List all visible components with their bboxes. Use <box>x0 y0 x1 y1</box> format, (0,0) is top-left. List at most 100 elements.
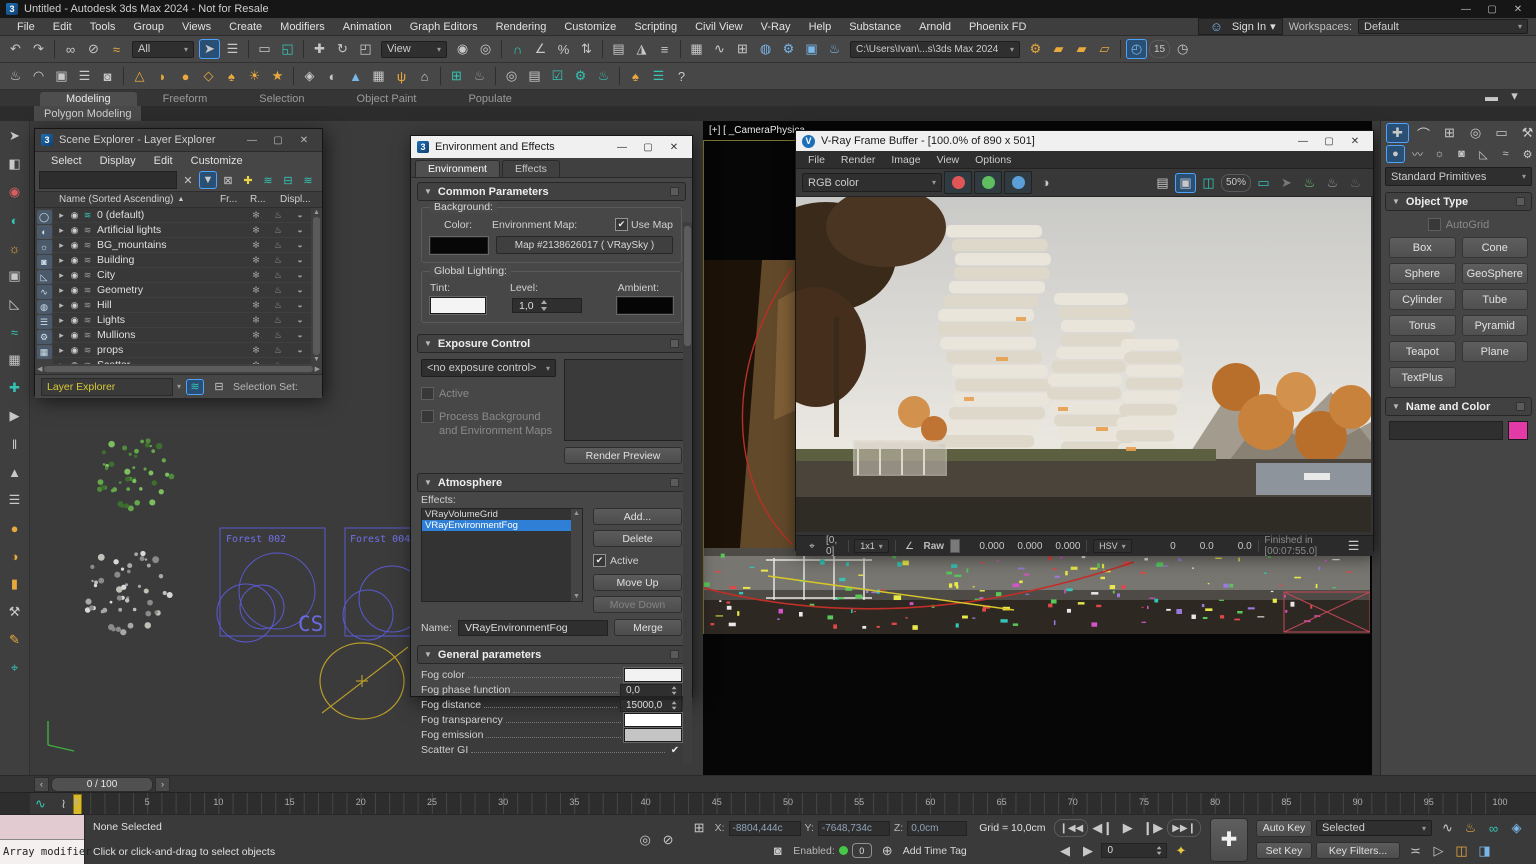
teapot-clock-icon[interactable]: ♨ <box>593 66 614 86</box>
environment-titlebar[interactable]: 3 Environment and Effects —▢✕ <box>411 136 692 158</box>
exposure-control-dropdown[interactable]: <no exposure control> ▾ <box>421 359 556 377</box>
menu-item[interactable]: Group <box>124 21 173 33</box>
pose-icon[interactable]: ≍ <box>1405 841 1426 861</box>
environment-tab[interactable]: Environment <box>415 160 500 177</box>
flare-icon[interactable]: ★ <box>267 66 288 86</box>
layout-list-icon[interactable]: ☰ <box>74 66 95 86</box>
display-icon[interactable]: ◒ <box>289 315 311 325</box>
menu-item[interactable]: Tools <box>81 21 125 33</box>
hierarchy-mode-icon[interactable]: ⊟ <box>210 379 228 395</box>
visibility-eye-icon[interactable]: ◉ <box>68 345 81 356</box>
autogrid-checkbox[interactable] <box>1428 218 1441 231</box>
geometry-category-icon[interactable]: ● <box>1386 145 1405 163</box>
help-icon[interactable]: ? <box>671 66 692 86</box>
expand-arrow-icon[interactable]: ▸ <box>55 240 68 251</box>
listener-macro-row[interactable] <box>0 815 84 840</box>
grass-icon[interactable]: ψ <box>391 66 412 86</box>
hierarchy-icon[interactable]: ⊟ <box>279 171 297 189</box>
move-up-button[interactable]: Move Up <box>593 574 682 591</box>
filter-materials-icon[interactable]: ◍ <box>37 300 52 314</box>
layer-icon[interactable]: ≋ <box>81 285 94 296</box>
scrollbar-thumb[interactable] <box>313 217 320 355</box>
curve-editor-icon[interactable]: ∿ <box>709 39 730 59</box>
unlink-selection-icon[interactable]: ⊘ <box>83 39 104 59</box>
freeze-icon[interactable]: ✻ <box>245 345 267 356</box>
visibility-eye-icon[interactable]: ◉ <box>68 330 81 341</box>
workspaces-dropdown[interactable]: Default ▾ <box>1358 19 1528 34</box>
menu-item[interactable]: Create <box>220 21 271 33</box>
menu-item[interactable]: Graph Editors <box>401 21 487 33</box>
angle-snap-icon[interactable]: ∠ <box>530 39 551 59</box>
vfb-menu-item[interactable]: Image <box>883 154 928 166</box>
select-and-rotate-icon[interactable]: ↻ <box>332 39 353 59</box>
delete-effect-button[interactable]: Delete <box>593 530 682 547</box>
primitive-button[interactable]: Teapot <box>1389 341 1456 362</box>
display-icon[interactable]: ◒ <box>289 225 311 235</box>
systems-category-icon[interactable]: ⚙ <box>1518 145 1536 163</box>
select-cursor-icon[interactable]: ➤ <box>4 125 26 147</box>
menu-item[interactable]: Modifiers <box>271 21 334 33</box>
minimize-button[interactable]: — <box>1455 2 1477 16</box>
scene-explorer-menu-item[interactable]: Display <box>92 155 144 167</box>
mini-curve-icon[interactable]: ∿ <box>1437 818 1458 838</box>
menu-item[interactable]: Views <box>173 21 220 33</box>
expand-arrow-icon[interactable]: ▸ <box>55 360 68 365</box>
filter-icon[interactable]: ▼ <box>199 171 217 189</box>
select-object-icon[interactable]: ➤ <box>199 39 220 59</box>
expand-arrow-icon[interactable]: ▸ <box>55 255 68 266</box>
atmosphere-rollout[interactable]: ▼Atmosphere Effects: VRayVolumeGridVRayE… <box>417 473 686 640</box>
workspace-icon[interactable]: ◨ <box>1474 841 1495 861</box>
display-icon[interactable]: ◒ <box>289 345 311 355</box>
plus-button[interactable]: ✚ <box>1210 818 1248 862</box>
freeze-icon[interactable]: ✻ <box>245 315 267 326</box>
primitive-button[interactable]: Pyramid <box>1462 315 1529 336</box>
scene-explorer-menu-item[interactable]: Edit <box>146 155 181 167</box>
timeline-ruler[interactable]: ∿≀ 0510152025303540455055606570758085909… <box>0 792 1536 815</box>
freeze-icon[interactable]: ✻ <box>245 210 267 221</box>
renderable-icon[interactable]: ♨ <box>267 270 289 281</box>
menu-item[interactable]: Arnold <box>910 21 960 33</box>
renderable-icon[interactable]: ♨ <box>267 210 289 221</box>
project-path-dropdown[interactable]: C:\Users\Ivan\...s\3ds Max 2024 ▾ <box>850 41 1020 58</box>
menu-item[interactable]: V-Ray <box>752 21 800 33</box>
display-tab-icon[interactable]: ▭ <box>1490 123 1513 143</box>
maximize-viewport-icon[interactable]: ▣ <box>51 66 72 86</box>
key-filters-button[interactable]: Key Filters... <box>1316 842 1400 859</box>
rgb-value[interactable]: 0.000 <box>966 541 1004 552</box>
frame-display[interactable]: 0 / 100 <box>51 777 153 792</box>
display-icon[interactable]: ◒ <box>289 300 311 310</box>
next-frame-icon[interactable]: ❙▶ <box>1142 818 1163 838</box>
primitive-button[interactable]: Sphere <box>1389 263 1456 284</box>
expand-arrow-icon[interactable]: ▸ <box>55 345 68 356</box>
key-icon[interactable]: ✦ <box>1170 841 1191 861</box>
bind-to-space-warp-icon[interactable]: ≈ <box>106 39 127 59</box>
scene-explorer-window[interactable]: 3 Scene Explorer - Layer Explorer —▢✕ Se… <box>34 128 323 396</box>
menu-item[interactable]: Animation <box>334 21 401 33</box>
mono-channel-icon[interactable]: ◑ <box>1035 173 1056 193</box>
polygon-modeling-panel[interactable]: Polygon Modeling <box>34 106 141 121</box>
freeze-icon[interactable]: ✻ <box>245 240 267 251</box>
layer-row[interactable]: ▸◉≋BG_mountains✻♨◒ <box>53 238 311 253</box>
use-center-icon[interactable]: ◎ <box>475 39 496 59</box>
expand-arrow-icon[interactable]: ▸ <box>55 225 68 236</box>
add-layer-icon[interactable]: ✚ <box>239 171 257 189</box>
filter-shapes-icon[interactable]: ∿ <box>37 285 52 299</box>
use-map-checkbox[interactable]: ✔ <box>615 218 628 231</box>
shapes-category-icon[interactable]: 〰 <box>1408 145 1427 163</box>
viewport-label[interactable]: [+] [ _CameraPhysica <box>709 125 805 136</box>
red-channel-button[interactable] <box>944 171 972 194</box>
vray-disk-icon[interactable]: ▤ <box>524 66 545 86</box>
teapot-mini-icon[interactable]: ♨ <box>1460 818 1481 838</box>
scene-explorer-titlebar[interactable]: 3 Scene Explorer - Layer Explorer —▢✕ <box>35 129 322 152</box>
primitive-button[interactable]: Box <box>1389 237 1456 258</box>
clear-search-icon[interactable]: ✕ <box>179 171 197 189</box>
test-resolution-icon[interactable]: 50% <box>1221 174 1251 192</box>
display-icon[interactable]: ◒ <box>289 255 311 265</box>
helpers-category-icon[interactable]: ◺ <box>1474 145 1493 163</box>
light-icon[interactable]: ☼ <box>4 237 26 259</box>
layer-icon[interactable]: ≋ <box>81 270 94 281</box>
visibility-eye-icon[interactable]: ◉ <box>68 315 81 326</box>
layer-icon[interactable]: ≋ <box>81 345 94 356</box>
cameras-category-icon[interactable]: ◙ <box>1452 145 1471 163</box>
primitive-button[interactable]: TextPlus <box>1389 367 1456 388</box>
